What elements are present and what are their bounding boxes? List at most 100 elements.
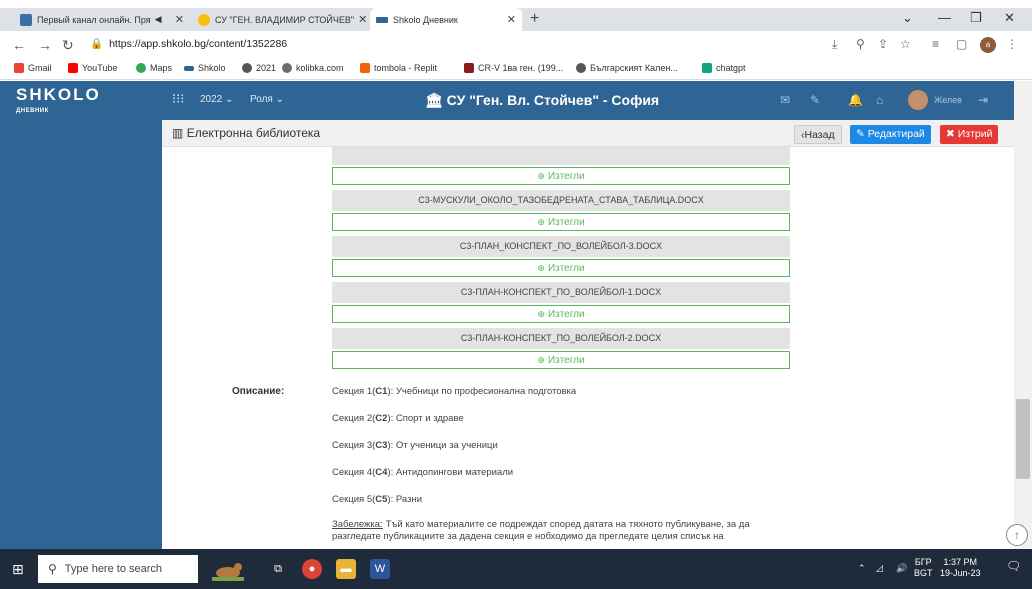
browser-tab[interactable]: СУ "ГЕН. ВЛАДИМИР СТОЙЧЕВ" ✕ <box>192 8 368 31</box>
close-tab-icon[interactable]: ✕ <box>171 13 184 26</box>
replit-icon <box>360 63 370 73</box>
minimize-button[interactable]: — <box>938 10 951 25</box>
shkolo-logo[interactable]: SHKOLO ДНЕВНИК <box>16 86 101 119</box>
download-button[interactable]: ⊕ Изтегли <box>332 259 790 277</box>
year-dropdown[interactable]: 2022 ⌄ <box>200 94 233 105</box>
network-icon[interactable]: ◿ <box>876 563 883 574</box>
section-line: Секция 4(С4): Антидопингови материали <box>332 467 514 478</box>
close-window-button[interactable]: ✕ <box>1004 10 1015 26</box>
section-line: Секция 1(С1): Учебници по професионална … <box>332 386 577 397</box>
edit-button[interactable]: ✎ Редактирай <box>850 125 931 144</box>
tab-title: Shkolo Дневник <box>393 14 458 25</box>
reload-icon[interactable]: ↻ <box>62 37 74 54</box>
globe-icon <box>576 63 586 73</box>
section-line: Секция 5(С5): Разни <box>332 494 422 505</box>
tab-search-icon[interactable]: ⌄ <box>902 10 913 26</box>
close-tab-icon[interactable]: ✕ <box>354 13 367 26</box>
edit-icon: ✎ <box>856 128 865 140</box>
mute-icon[interactable]: ◀ <box>155 14 162 25</box>
description-label: Описание: <box>232 386 285 397</box>
bookmark-gmail[interactable]: Gmail <box>14 63 52 73</box>
windows-taskbar: ⊞ ⚲ Type here to search ⧉ ● ▬ W ⌃ ◿ 🔊 БГ… <box>0 549 1032 589</box>
bookmark-replit[interactable]: tombola - Replit <box>360 63 437 73</box>
taskbar-search[interactable]: ⚲ Type here to search <box>38 555 198 583</box>
download-button[interactable]: ⊕ Изтегли <box>332 305 790 323</box>
scrollbar-thumb[interactable] <box>1016 399 1030 479</box>
apps-grid-icon[interactable]: ⁝⁝⁝ <box>172 91 184 107</box>
app-header: SHKOLO ДНЕВНИК ⁝⁝⁝ 2022 ⌄ Роля ⌄ 🏛 СУ "Г… <box>0 81 1014 120</box>
task-view-icon[interactable]: ⧉ <box>268 559 288 579</box>
delete-button[interactable]: ✖ Изтрий <box>940 125 999 144</box>
word-icon[interactable]: W <box>370 559 390 579</box>
logout-icon[interactable]: ⇥ <box>978 93 988 107</box>
language-indicator[interactable]: БГР BGT <box>914 557 933 579</box>
close-icon: ✖ <box>946 128 955 140</box>
forward-arrow-icon[interactable]: → <box>38 37 52 53</box>
file-name: С3-ПЛАН-КОНСПЕКТ_ПО_ВОЛЕЙБОЛ-2.DOCX <box>332 328 790 349</box>
page-scrollbar[interactable] <box>1014 81 1032 549</box>
notifications-icon[interactable]: 🗨 <box>1006 560 1021 572</box>
bookmarks-bar: Gmail YouTube Maps Shkolo 2021 kolibka.c… <box>0 59 1032 80</box>
download-icon: ⊕ <box>537 263 545 273</box>
search-icon: ⚲ <box>48 562 57 576</box>
shkolo-icon <box>376 16 388 23</box>
download-button[interactable]: ⊕ Изтегли <box>332 167 790 185</box>
browser-tab[interactable]: Первый канал онлайн. Пря ◀ ✕ <box>14 8 190 31</box>
windows-start-icon[interactable]: ⊞ <box>12 561 24 578</box>
download-button[interactable]: ⊕ Изтегли <box>332 213 790 231</box>
page-subheader: ▥ Електронна библиотека ‹Назад ✎ Редакти… <box>162 120 1014 147</box>
new-tab-button[interactable]: + <box>530 10 539 28</box>
zoom-icon[interactable]: ⚲ <box>856 37 865 51</box>
clock[interactable]: 1:37 PM 19-Jun-23 <box>940 557 981 579</box>
side-panel-icon[interactable]: ▢ <box>956 37 967 51</box>
sidebar <box>0 120 162 549</box>
chrome-icon[interactable]: ● <box>302 559 322 579</box>
menu-kebab-icon[interactable]: ⋮ <box>1006 37 1018 51</box>
bookmark-maps[interactable]: Maps <box>136 63 172 73</box>
bookmark-crv[interactable]: CR-V 1ва ген. (199... <box>464 63 563 73</box>
browser-tab-active[interactable]: Shkolo Дневник ✕ <box>370 8 522 31</box>
file-explorer-icon[interactable]: ▬ <box>336 559 356 579</box>
url-field[interactable]: 🔒 https://app.shkolo.bg/content/1352286 <box>90 37 287 50</box>
user-avatar[interactable] <box>908 90 928 110</box>
volume-icon[interactable]: 🔊 <box>896 563 907 574</box>
install-app-icon[interactable]: ⤓ <box>832 37 837 52</box>
bookmark-shkolo[interactable]: Shkolo <box>184 63 226 73</box>
tab-title: Первый канал онлайн. Пря <box>37 14 151 25</box>
note-label: Забележка: <box>332 519 383 530</box>
tray-chevron-icon[interactable]: ⌃ <box>858 563 866 574</box>
gmail-icon <box>14 63 24 73</box>
bookmark-star-icon[interactable]: ☆ <box>900 37 911 51</box>
user-name[interactable]: Желев <box>934 95 962 105</box>
back-button[interactable]: ‹Назад <box>794 125 842 144</box>
crv-icon <box>464 63 474 73</box>
media-icon[interactable]: ≡ <box>932 37 939 51</box>
home-icon[interactable]: ⌂ <box>876 93 883 107</box>
file-name <box>332 147 790 165</box>
page-title: ▥ Електронна библиотека <box>172 126 321 140</box>
close-tab-icon[interactable]: ✕ <box>503 13 516 26</box>
kolibka-icon <box>282 63 292 73</box>
section-line: Секция 3(С3): От ученици за ученици <box>332 440 498 451</box>
address-bar-row: ← → ↻ 🔒 https://app.shkolo.bg/content/135… <box>0 31 1032 59</box>
back-arrow-icon[interactable]: ← <box>12 37 26 53</box>
bookmark-calendar[interactable]: Българският Кален... <box>576 63 678 73</box>
edit-icon[interactable]: ✎ <box>810 93 820 107</box>
share-icon[interactable]: ⇪ <box>878 37 888 51</box>
profile-avatar[interactable]: a <box>980 37 996 53</box>
bookmark-2021[interactable]: 2021 <box>242 63 276 73</box>
scroll-to-top-button[interactable]: ↑ <box>1006 524 1028 546</box>
restore-button[interactable]: ❐ <box>970 10 982 26</box>
section-line: Секция 2(С2): Спорт и здраве <box>332 413 464 424</box>
bell-icon[interactable]: 🔔 <box>848 93 863 107</box>
bookmark-youtube[interactable]: YouTube <box>68 63 117 73</box>
bookmark-chatgpt[interactable]: chatgpt <box>702 63 746 73</box>
download-button[interactable]: ⊕ Изтегли <box>332 351 790 369</box>
browser-tab-bar: Первый канал онлайн. Пря ◀ ✕ СУ "ГЕН. ВЛ… <box>0 8 1032 31</box>
youtube-icon <box>68 63 78 73</box>
bookmark-kolibka[interactable]: kolibka.com <box>282 63 344 73</box>
main-content: ⊕ Изтегли С3-МУСКУЛИ_ОКОЛО_ТАЗОБЕДРЕНАТА_… <box>162 147 1014 549</box>
messages-icon[interactable]: ✉ <box>780 93 790 107</box>
download-icon: ⊕ <box>537 355 545 365</box>
role-dropdown[interactable]: Роля ⌄ <box>250 94 284 105</box>
